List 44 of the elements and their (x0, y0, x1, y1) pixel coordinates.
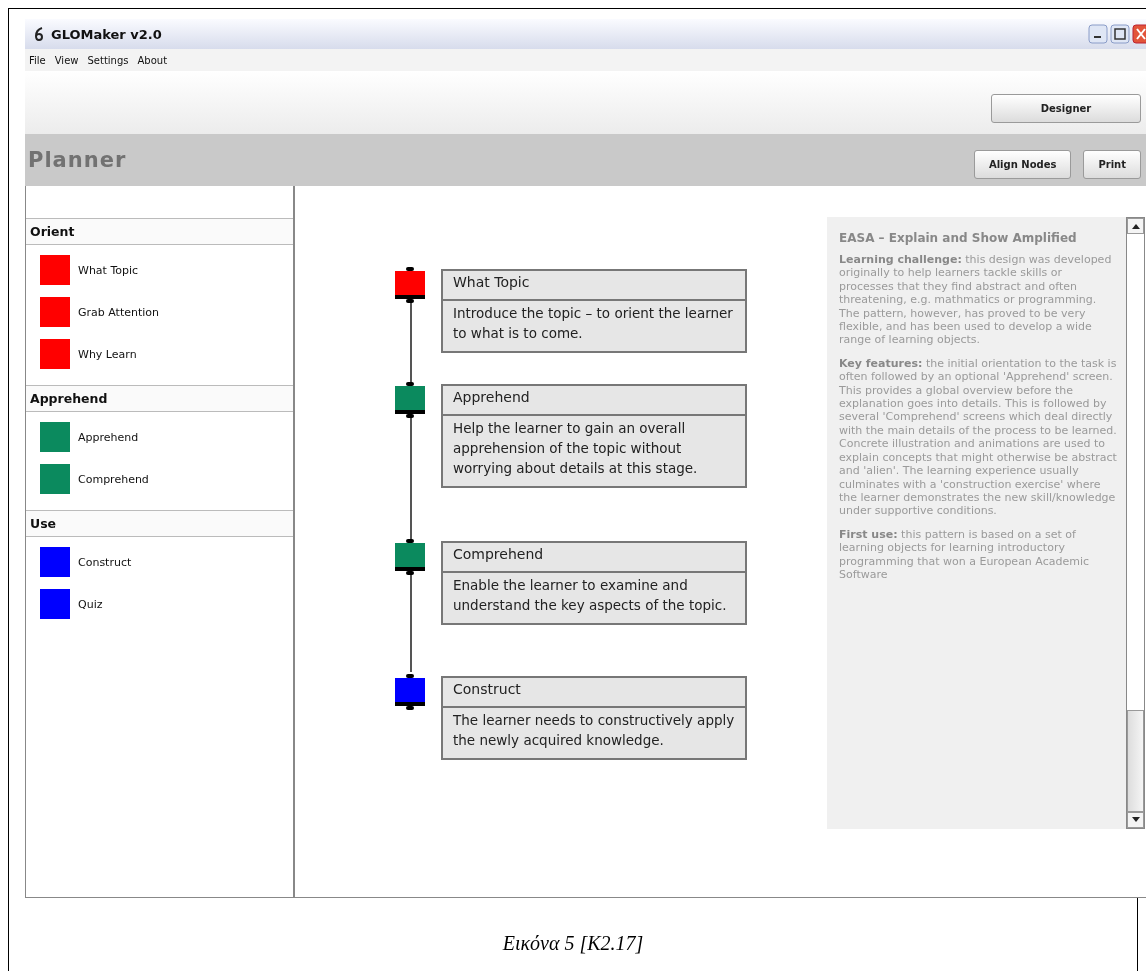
menu-item[interactable]: About (137, 54, 168, 66)
description-paragraph: First use: this pattern is based on a set of learning objects for learning introductory programming that won a European Academic Software (839, 527, 1091, 582)
figure-caption: Εικόνα 5 [Κ2.17] (502, 932, 644, 955)
section-header: Apprehend (26, 386, 293, 412)
scroll-thumb[interactable] (1127, 710, 1144, 812)
node-title: Comprehend (443, 543, 745, 573)
toolbar-button[interactable]: Print (1083, 149, 1141, 179)
section-header: Use (26, 511, 293, 537)
scroll-up-icon[interactable] (1127, 218, 1144, 234)
window-title: GLOMaker v2.0 (51, 26, 162, 42)
minimize-button[interactable] (1088, 24, 1108, 44)
pattern-item[interactable]: Why Learn (26, 339, 293, 369)
node-title: Construct (443, 678, 745, 708)
pattern-item[interactable]: Comprehend (26, 464, 293, 494)
node-title: Apprehend (443, 386, 745, 416)
planner-title: Planner (28, 148, 127, 172)
pattern-item[interactable]: Apprehend (26, 422, 293, 452)
pattern-item[interactable]: Construct (26, 547, 293, 577)
scroll-down-icon[interactable] (1127, 812, 1144, 828)
designer-button[interactable]: Designer (991, 94, 1141, 123)
node-description: Help the learner to gain an overall apprehension of the topic without worrying about details at this stage. (452, 419, 699, 478)
node-card[interactable]: Construct The learner needs to constructively apply the newly acquired knowledge. (441, 676, 747, 760)
node-title: What Topic (443, 271, 745, 301)
menu-item[interactable]: Settings (87, 54, 129, 66)
app-icon (33, 26, 45, 42)
pattern-item[interactable]: What Topic (26, 255, 293, 285)
pattern-item[interactable]: Quiz (26, 589, 293, 619)
description-paragraph: Learning challenge: this design was developed originally to help learners tackle skills or processes that they find abstract and often threatening, e.g. mathmatics or programming. The pattern, however, has proved to be very flexible, and has been used to develop a wide range of learning objects. (839, 253, 1113, 347)
node-card[interactable]: What Topic Introduce the topic – to orient the learner to what is to come. (441, 269, 747, 353)
node-description: Introduce the topic – to orient the learner to what is to come. (452, 304, 734, 343)
node-card[interactable]: Comprehend Enable the learner to examine and understand the key aspects of the topic. (441, 541, 747, 625)
maximize-button[interactable] (1110, 24, 1130, 44)
node-description: The learner needs to constructively apply the newly acquired knowledge. (452, 711, 736, 750)
description-title: EASA – Explain and Show Amplified (839, 231, 1078, 245)
pattern-item[interactable]: Grab Attention (26, 297, 293, 327)
section-header: Orient (26, 219, 293, 245)
node-card[interactable]: Apprehend Help the learner to gain an overall apprehension of the topic without worrying about details at this stage. (441, 384, 747, 488)
menu-item[interactable]: View (54, 54, 79, 66)
description-paragraph: Key features: the initial orientation to the task is often followed by an optional 'Apprehend' screen. This provides a global overview before the explanation goes into details. This is followed by several 'Comprehend' screens which deal directly with the main details of the process to be learned. Concrete illustration and animations are used to explain concepts that might otherwise be abstract and 'alien'. The learning experience usually culminates with a 'construction exercise' where the learner demonstrates the new skill/knowledge under supportive conditions. (839, 356, 1118, 518)
node-description: Enable the learner to examine and understand the key aspects of the topic. (452, 576, 728, 615)
close-button[interactable] (1132, 24, 1146, 44)
menu-item[interactable]: File (29, 54, 46, 66)
scrollbar[interactable] (1126, 217, 1145, 829)
toolbar-button[interactable]: Align Nodes (973, 149, 1072, 179)
